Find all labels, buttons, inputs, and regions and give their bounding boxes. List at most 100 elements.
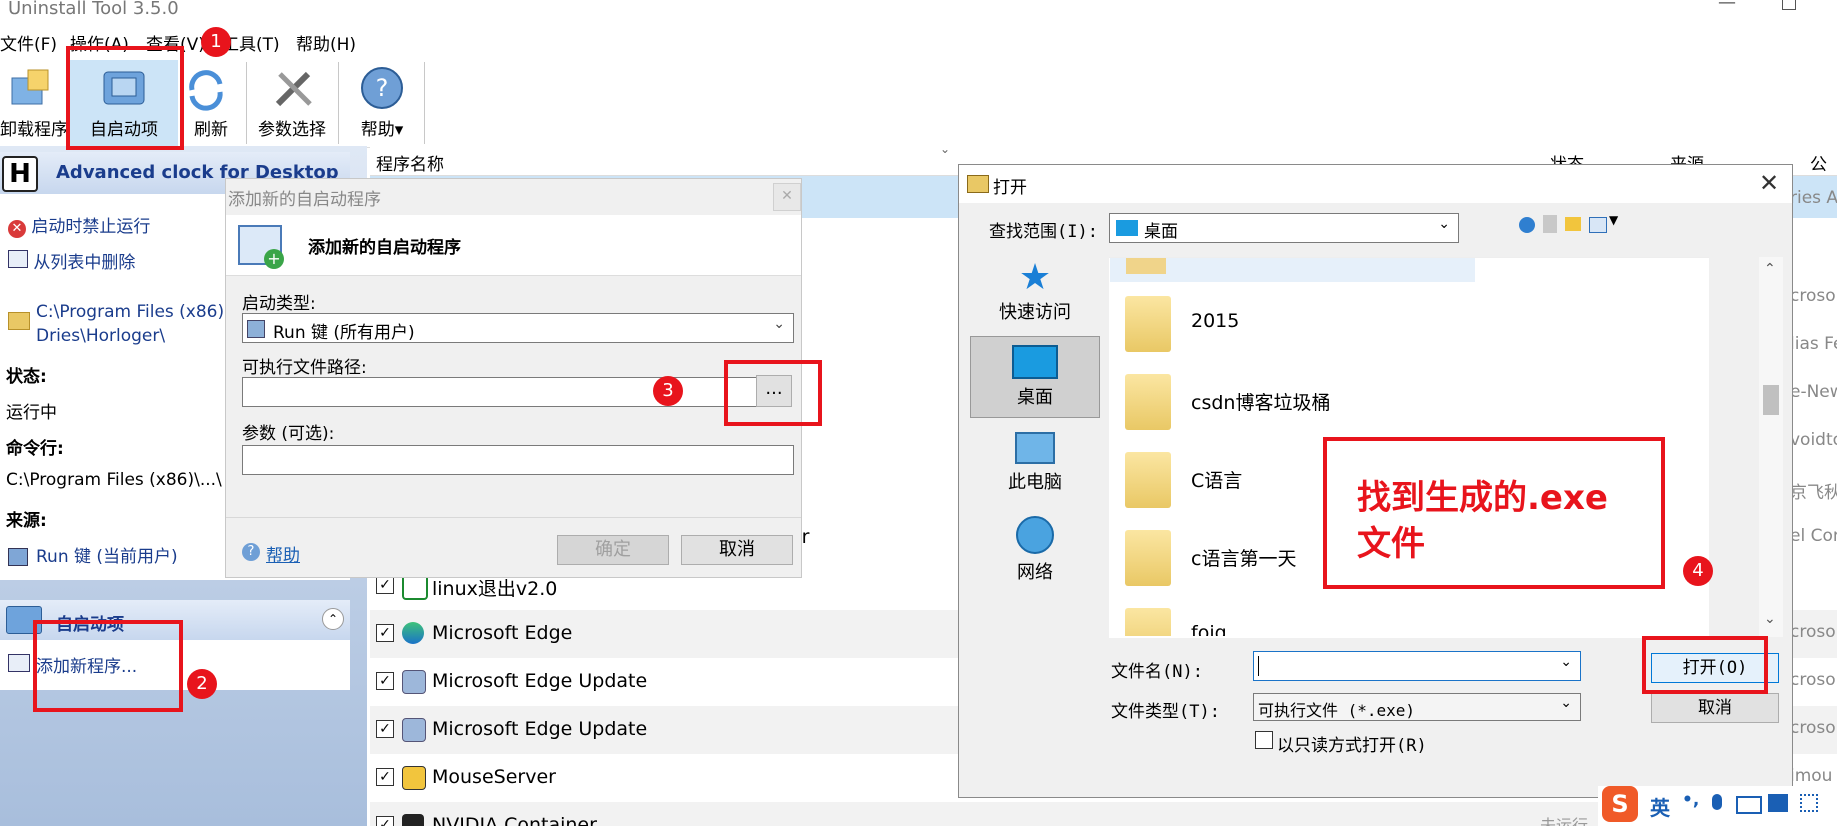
- scroll-down-icon[interactable]: ⌄: [1764, 611, 1776, 627]
- nvidia-icon: [402, 814, 424, 826]
- chevron-down-icon: ⌄: [1560, 654, 1572, 670]
- lookin-value: 桌面: [1144, 222, 1178, 242]
- back-icon[interactable]: [1519, 217, 1535, 233]
- source-value[interactable]: Run 键 (当前用户): [36, 542, 178, 567]
- source-icon: [8, 548, 28, 566]
- sogou-logo-icon[interactable]: S: [1602, 786, 1638, 822]
- company-cut: croso: [1790, 670, 1836, 690]
- lookin-select[interactable]: 桌面 ⌄: [1109, 213, 1459, 243]
- company-cut: voidto: [1790, 430, 1837, 450]
- open-dialog-title: 打开: [993, 178, 1027, 198]
- filetype-value: 可执行文件 (*.exe): [1258, 701, 1416, 720]
- company-cut: croso: [1790, 286, 1836, 306]
- nav-desktop[interactable]: 桌面: [970, 336, 1100, 418]
- row-checkbox[interactable]: ✓: [376, 720, 394, 738]
- edge-icon: [402, 622, 424, 644]
- folder-icon: [1125, 530, 1171, 586]
- svg-text:?: ?: [376, 74, 389, 102]
- computer-icon: [1015, 432, 1055, 464]
- filename-input[interactable]: ⌄: [1253, 651, 1581, 681]
- preferences-button[interactable]: 参数选择: [250, 60, 334, 146]
- folder-icon: [1125, 296, 1171, 352]
- partial-folder-row: [1110, 258, 1475, 282]
- filename-label: 文件名(N):: [1111, 662, 1203, 682]
- chevron-down-icon[interactable]: ▼: [1609, 213, 1618, 227]
- row-checkbox[interactable]: ✓: [376, 768, 394, 786]
- status-label: 状态:: [6, 367, 47, 387]
- row-checkbox[interactable]: ✓: [376, 672, 394, 690]
- refresh-icon: [189, 70, 223, 111]
- source-label: 来源:: [6, 511, 47, 531]
- readonly-checkbox[interactable]: [1255, 731, 1273, 749]
- path-line-1[interactable]: C:\Program Files (x86): [36, 302, 224, 322]
- dialog-help-link[interactable]: 帮助: [266, 541, 300, 566]
- keyboard-icon[interactable]: [1736, 796, 1762, 814]
- step-badge: 2: [187, 669, 217, 699]
- collapse-icon[interactable]: ⌃: [322, 608, 344, 630]
- ime-language[interactable]: 英: [1650, 792, 1670, 821]
- refresh-button[interactable]: 刷新: [178, 60, 244, 146]
- annotation-text: 找到生成的.exe文件: [1357, 478, 1608, 564]
- row-checkbox[interactable]: ✓: [376, 816, 394, 826]
- up-folder-icon[interactable]: [1543, 215, 1557, 233]
- ime-toolbar: S 英 •,: [1598, 786, 1837, 826]
- path-label: 可执行文件路径:: [242, 358, 367, 378]
- filetype-select[interactable]: 可执行文件 (*.exe) ⌄: [1253, 693, 1581, 721]
- file-item[interactable]: 2015: [1125, 288, 1525, 358]
- folder-icon: [1126, 258, 1166, 274]
- company-cut: lias Fe: [1790, 334, 1837, 354]
- highlight-autostart-button: [66, 46, 184, 150]
- scroll-thumb[interactable]: [1763, 385, 1779, 415]
- nav-this-pc[interactable]: 此电脑: [970, 428, 1100, 498]
- help-button[interactable]: ? 帮助▾: [342, 60, 422, 146]
- column-name[interactable]: 程序名称: [376, 150, 444, 175]
- lookin-label: 查找范围(I):: [989, 222, 1098, 242]
- file-list-scrollbar[interactable]: ⌃ ⌄: [1759, 257, 1783, 637]
- menu-help[interactable]: 帮助(H): [296, 30, 356, 55]
- status-value: 运行中: [6, 403, 57, 423]
- file-item[interactable]: foiq: [1125, 600, 1525, 636]
- company-cut: croso: [1790, 622, 1836, 642]
- close-icon[interactable]: ✕: [773, 183, 801, 211]
- sort-icon: ⌄: [940, 142, 951, 156]
- path-input[interactable]: [242, 377, 762, 407]
- close-icon[interactable]: ✕: [1759, 169, 1779, 197]
- new-folder-icon[interactable]: [1565, 217, 1581, 231]
- menu-file[interactable]: 文件(F): [0, 30, 57, 55]
- ok-button[interactable]: 确定: [557, 535, 669, 565]
- disable-icon: ✕: [8, 220, 26, 238]
- row-checkbox[interactable]: ✓: [376, 624, 394, 642]
- uninstall-button[interactable]: 卸载程序: [0, 60, 68, 146]
- open-cancel-button[interactable]: 取消: [1651, 693, 1779, 723]
- desktop-icon: [1012, 345, 1058, 379]
- tools-icon: [275, 71, 312, 107]
- nav-quick-access[interactable]: ★ 快速访问: [970, 258, 1100, 328]
- step-badge: 4: [1683, 556, 1713, 586]
- folder-icon: [1125, 608, 1171, 636]
- disable-startup-link[interactable]: ✕ 启动时禁止运行: [8, 212, 150, 238]
- highlight-add-program: [33, 620, 183, 712]
- view-menu-icon[interactable]: [1589, 217, 1607, 233]
- restore-icon[interactable]: [1782, 0, 1796, 10]
- scroll-up-icon[interactable]: ⌃: [1764, 261, 1776, 277]
- args-input[interactable]: [242, 445, 794, 475]
- readonly-label: 以只读方式打开(R): [1277, 736, 1427, 756]
- file-item[interactable]: csdn博客垃圾桶: [1125, 366, 1525, 436]
- cmd-label: 命令行:: [6, 439, 64, 459]
- grid-menu-icon[interactable]: [1800, 794, 1818, 812]
- row-checkbox[interactable]: ✓: [376, 576, 394, 594]
- open-folder-icon: [967, 175, 989, 193]
- step-badge: 1: [201, 27, 231, 57]
- uninstall-icon: [11, 69, 49, 105]
- microphone-icon[interactable]: [1712, 794, 1722, 810]
- skin-icon[interactable]: [1768, 794, 1788, 812]
- folder-icon: [1125, 452, 1171, 508]
- dialog-heading: 添加新的自启动程序: [308, 238, 461, 258]
- punctuation-icon[interactable]: •,: [1682, 790, 1699, 810]
- remove-from-list-link[interactable]: 从列表中删除: [8, 248, 135, 273]
- minimize-icon[interactable]: —: [1718, 0, 1736, 13]
- type-select[interactable]: Run 键 (所有用户) ⌄: [242, 313, 794, 343]
- dialog-cancel-button[interactable]: 取消: [681, 535, 793, 565]
- nav-network[interactable]: 网络: [970, 512, 1100, 583]
- path-line-2[interactable]: Dries\Horloger\: [36, 326, 165, 346]
